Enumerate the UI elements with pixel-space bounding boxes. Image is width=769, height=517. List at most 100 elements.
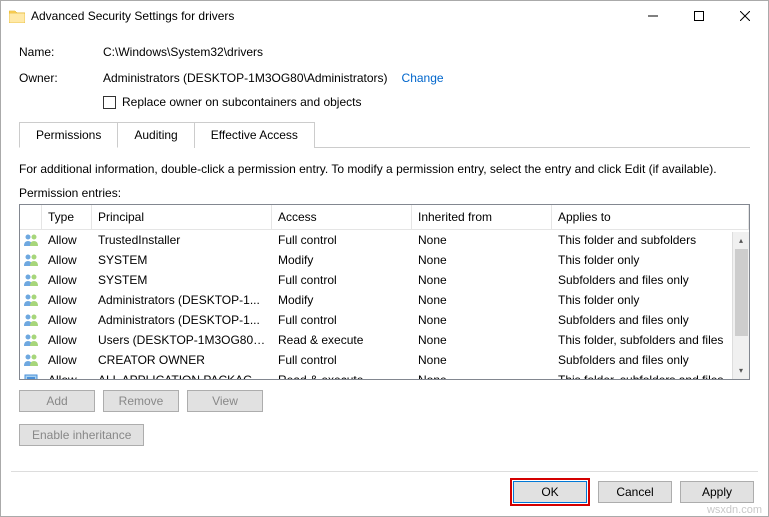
cell-access: Full control bbox=[272, 351, 412, 369]
table-row[interactable]: AllowSYSTEMModifyNoneThis folder only bbox=[20, 250, 749, 270]
cell-access: Full control bbox=[272, 231, 412, 249]
cell-principal: ALL APPLICATION PACKAGES bbox=[92, 371, 272, 380]
principal-icon bbox=[20, 290, 42, 310]
cell-principal: SYSTEM bbox=[92, 271, 272, 289]
principal-icon bbox=[20, 230, 42, 250]
replace-owner-row: Replace owner on subcontainers and objec… bbox=[103, 95, 750, 109]
minimize-button[interactable] bbox=[630, 1, 676, 31]
cell-type: Allow bbox=[42, 231, 92, 249]
enable-inheritance-button[interactable]: Enable inheritance bbox=[19, 424, 144, 446]
footer-separator bbox=[11, 471, 758, 472]
cell-applies: This folder and subfolders bbox=[552, 231, 749, 249]
cell-inherited: None bbox=[412, 351, 552, 369]
add-button[interactable]: Add bbox=[19, 390, 95, 412]
view-button[interactable]: View bbox=[187, 390, 263, 412]
table-row[interactable]: AllowUsers (DESKTOP-1M3OG80\U...Read & e… bbox=[20, 330, 749, 350]
cell-principal: TrustedInstaller bbox=[92, 231, 272, 249]
cell-applies: This folder only bbox=[552, 291, 749, 309]
cell-inherited: None bbox=[412, 251, 552, 269]
table-row[interactable]: AllowSYSTEMFull controlNoneSubfolders an… bbox=[20, 270, 749, 290]
apply-button[interactable]: Apply bbox=[680, 481, 754, 503]
content-area: Name: C:\Windows\System32\drivers Owner:… bbox=[1, 31, 768, 446]
name-field: Name: C:\Windows\System32\drivers bbox=[19, 45, 750, 59]
cell-applies: This folder, subfolders and files bbox=[552, 371, 749, 380]
close-button[interactable] bbox=[722, 1, 768, 31]
cell-inherited: None bbox=[412, 291, 552, 309]
cell-access: Read & execute bbox=[272, 331, 412, 349]
table-row[interactable]: AllowTrustedInstallerFull controlNoneThi… bbox=[20, 230, 749, 250]
ok-button[interactable]: OK bbox=[513, 481, 587, 503]
cell-type: Allow bbox=[42, 371, 92, 380]
cell-access: Read & execute bbox=[272, 371, 412, 380]
cell-type: Allow bbox=[42, 311, 92, 329]
cell-principal: CREATOR OWNER bbox=[92, 351, 272, 369]
principal-icon bbox=[20, 330, 42, 350]
cell-inherited: None bbox=[412, 271, 552, 289]
cell-applies: This folder only bbox=[552, 251, 749, 269]
principal-icon bbox=[20, 270, 42, 290]
cell-inherited: None bbox=[412, 231, 552, 249]
principal-icon bbox=[20, 310, 42, 330]
table-row[interactable]: AllowAdministrators (DESKTOP-1...Full co… bbox=[20, 310, 749, 330]
cell-applies: Subfolders and files only bbox=[552, 351, 749, 369]
cell-type: Allow bbox=[42, 331, 92, 349]
remove-button[interactable]: Remove bbox=[103, 390, 179, 412]
cell-type: Allow bbox=[42, 351, 92, 369]
tab-permissions[interactable]: Permissions bbox=[19, 122, 118, 148]
replace-owner-label: Replace owner on subcontainers and objec… bbox=[122, 95, 361, 109]
col-header-access[interactable]: Access bbox=[272, 205, 412, 229]
entry-buttons: Add Remove View bbox=[19, 390, 750, 412]
principal-icon bbox=[20, 370, 42, 380]
cell-type: Allow bbox=[42, 291, 92, 309]
cell-access: Modify bbox=[272, 251, 412, 269]
ok-highlight: OK bbox=[510, 478, 590, 506]
principal-icon bbox=[20, 250, 42, 270]
cell-principal: Users (DESKTOP-1M3OG80\U... bbox=[92, 331, 272, 349]
list-header: Type Principal Access Inherited from App… bbox=[20, 205, 749, 230]
cell-access: Full control bbox=[272, 271, 412, 289]
tab-strip: Permissions Auditing Effective Access bbox=[19, 121, 750, 148]
scroll-down-icon[interactable]: ▾ bbox=[733, 362, 750, 379]
cell-principal: Administrators (DESKTOP-1... bbox=[92, 291, 272, 309]
cell-applies: This folder, subfolders and files bbox=[552, 331, 749, 349]
vertical-scrollbar[interactable]: ▴ ▾ bbox=[732, 232, 749, 379]
replace-owner-checkbox[interactable] bbox=[103, 96, 116, 109]
tab-effective-access[interactable]: Effective Access bbox=[194, 122, 315, 148]
tab-auditing[interactable]: Auditing bbox=[117, 122, 194, 148]
watermark: wsxdn.com bbox=[707, 504, 762, 516]
owner-field: Owner: Administrators (DESKTOP-1M3OG80\A… bbox=[19, 71, 750, 109]
cell-type: Allow bbox=[42, 271, 92, 289]
table-row[interactable]: AllowALL APPLICATION PACKAGESRead & exec… bbox=[20, 370, 749, 380]
col-header-applies[interactable]: Applies to bbox=[552, 205, 749, 229]
cell-principal: Administrators (DESKTOP-1... bbox=[92, 311, 272, 329]
cell-access: Modify bbox=[272, 291, 412, 309]
permission-entries-label: Permission entries: bbox=[19, 186, 750, 200]
titlebar: Advanced Security Settings for drivers bbox=[1, 1, 768, 31]
name-value: C:\Windows\System32\drivers bbox=[103, 45, 750, 59]
cell-access: Full control bbox=[272, 311, 412, 329]
cell-inherited: None bbox=[412, 311, 552, 329]
col-header-inherited[interactable]: Inherited from bbox=[412, 205, 552, 229]
principal-icon bbox=[20, 350, 42, 370]
scroll-thumb[interactable] bbox=[735, 249, 748, 336]
window-controls bbox=[630, 1, 768, 31]
table-row[interactable]: AllowAdministrators (DESKTOP-1...ModifyN… bbox=[20, 290, 749, 310]
cell-applies: Subfolders and files only bbox=[552, 311, 749, 329]
scroll-up-icon[interactable]: ▴ bbox=[733, 232, 750, 249]
col-header-principal[interactable]: Principal bbox=[92, 205, 272, 229]
folder-icon bbox=[9, 8, 25, 24]
maximize-button[interactable] bbox=[676, 1, 722, 31]
inheritance-row: Enable inheritance bbox=[19, 424, 750, 446]
security-settings-window: Advanced Security Settings for drivers N… bbox=[0, 0, 769, 517]
cell-type: Allow bbox=[42, 251, 92, 269]
cell-inherited: None bbox=[412, 331, 552, 349]
owner-label: Owner: bbox=[19, 71, 103, 85]
info-text: For additional information, double-click… bbox=[19, 162, 750, 176]
change-owner-link[interactable]: Change bbox=[402, 71, 444, 85]
permission-entries-list[interactable]: Type Principal Access Inherited from App… bbox=[19, 204, 750, 380]
col-header-type[interactable]: Type bbox=[42, 205, 92, 229]
cancel-button[interactable]: Cancel bbox=[598, 481, 672, 503]
table-row[interactable]: AllowCREATOR OWNERFull controlNoneSubfol… bbox=[20, 350, 749, 370]
cell-inherited: None bbox=[412, 371, 552, 380]
cell-applies: Subfolders and files only bbox=[552, 271, 749, 289]
